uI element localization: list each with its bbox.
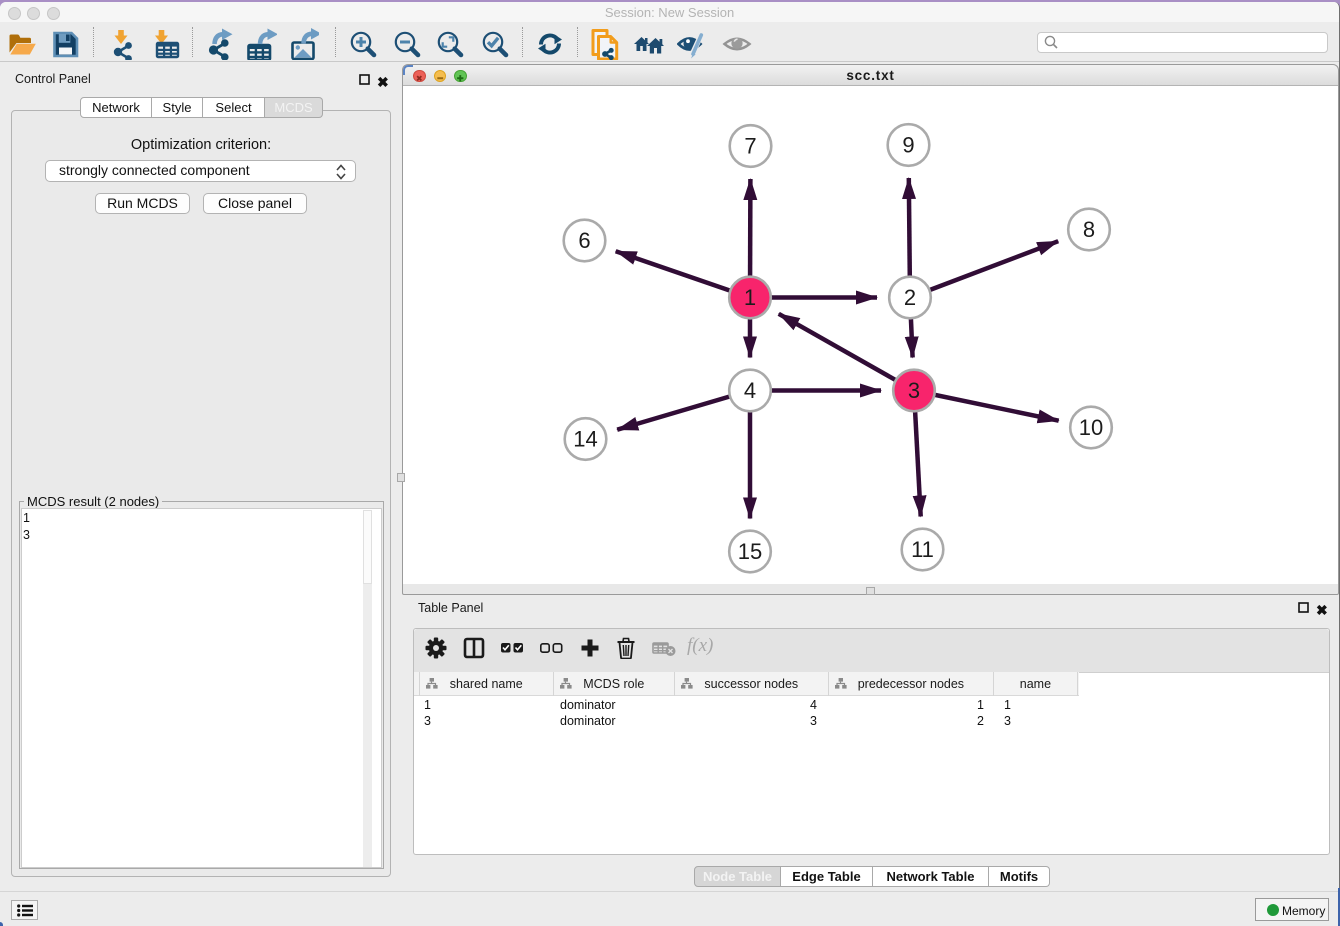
svg-text:1: 1 xyxy=(744,285,756,310)
svg-text:15: 15 xyxy=(738,539,762,564)
svg-text:9: 9 xyxy=(902,133,914,158)
svg-text:6: 6 xyxy=(578,228,590,253)
svg-text:2: 2 xyxy=(904,285,916,310)
svg-text:4: 4 xyxy=(744,378,756,403)
svg-text:3: 3 xyxy=(908,378,920,403)
svg-text:11: 11 xyxy=(911,537,934,562)
svg-text:7: 7 xyxy=(744,134,756,159)
svg-text:8: 8 xyxy=(1083,217,1095,242)
svg-text:10: 10 xyxy=(1079,415,1103,440)
svg-text:14: 14 xyxy=(573,427,597,452)
